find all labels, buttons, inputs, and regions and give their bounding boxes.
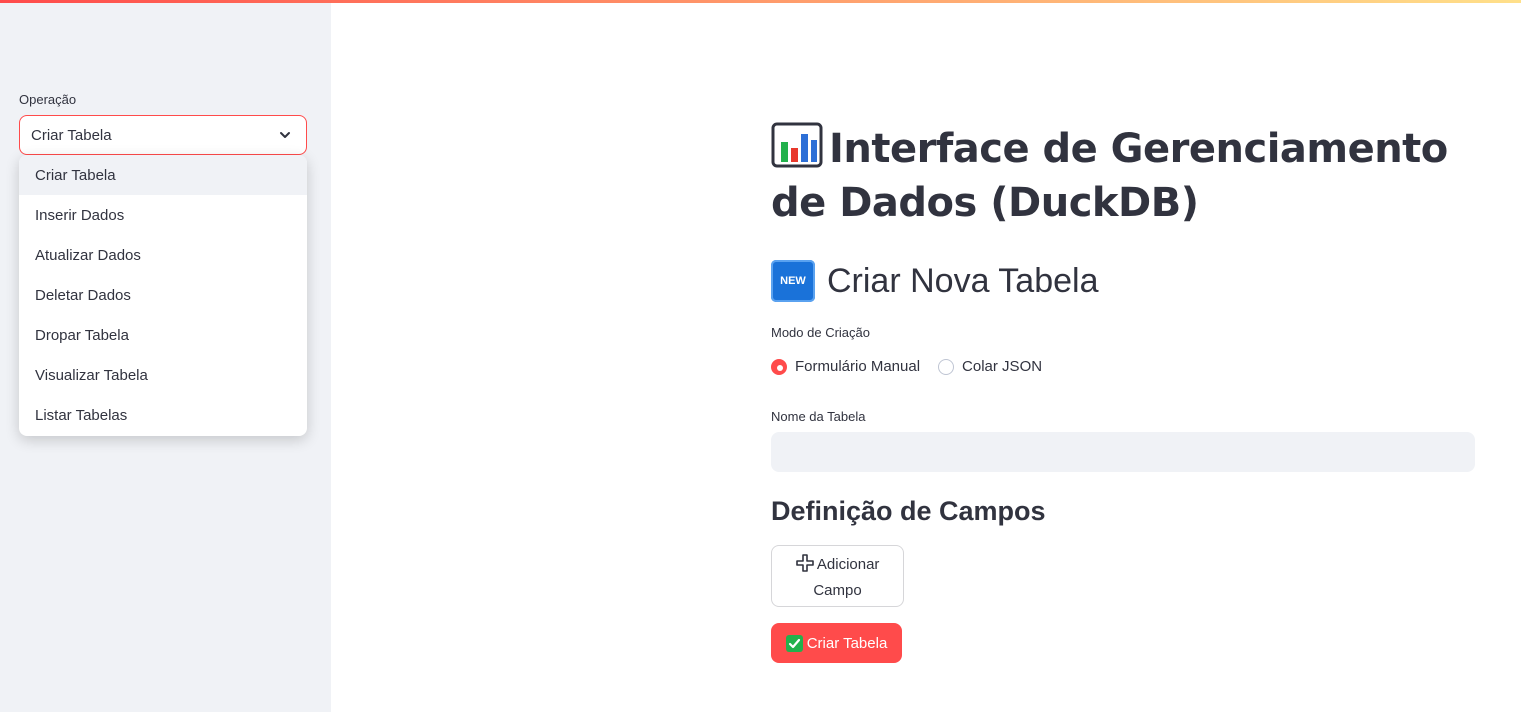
radio-colar-json[interactable]: Colar JSON [938, 358, 1042, 375]
mode-radio-group: Formulário Manual Colar JSON [771, 358, 1060, 375]
dropdown-option-criar-tabela[interactable]: Criar Tabela [19, 155, 307, 195]
dropdown-option-visualizar-tabela[interactable]: Visualizar Tabela [19, 355, 307, 395]
table-name-input[interactable] [771, 432, 1475, 472]
create-table-label: Criar Tabela [806, 634, 888, 652]
dropdown-option-listar-tabelas[interactable]: Listar Tabelas [19, 395, 307, 435]
section-subtitle: NEW Criar Nova Tabela [771, 260, 1099, 302]
top-decoration-bar [0, 0, 1521, 3]
operation-dropdown: Criar Tabela Inserir Dados Atualizar Dad… [19, 155, 307, 436]
add-field-button[interactable]: Adicionar Campo [771, 545, 904, 607]
dropdown-option-deletar-dados[interactable]: Deletar Dados [19, 275, 307, 315]
subtitle-text: Criar Nova Tabela [827, 261, 1099, 300]
dropdown-option-inserir-dados[interactable]: Inserir Dados [19, 195, 307, 235]
new-icon: NEW [771, 260, 815, 302]
operation-label: Operação [19, 92, 77, 107]
check-icon [785, 634, 803, 652]
radio-dot [938, 358, 955, 375]
create-table-button[interactable]: Criar Tabela [771, 623, 902, 663]
plus-icon [795, 554, 814, 572]
bar-chart-icon [771, 122, 823, 168]
chevron-down-icon [280, 132, 290, 138]
radio-label-colar-json: Colar JSON [962, 358, 1043, 375]
sidebar: Operação Criar Tabela Criar Tabela Inser… [0, 0, 331, 712]
radio-dot-checked [771, 358, 787, 375]
operation-select-value: Criar Tabela [31, 126, 112, 144]
fields-heading: Definição de Campos [771, 496, 1046, 526]
dropdown-option-atualizar-dados[interactable]: Atualizar Dados [19, 235, 307, 275]
page-title: Interface de Gerenciamento de Dados (Duc… [771, 122, 1475, 230]
page-title-text: Interface de Gerenciamento de Dados (Duc… [771, 126, 1448, 226]
table-name-label: Nome da Tabela [771, 409, 866, 424]
radio-formulario-manual[interactable]: Formulário Manual [771, 358, 920, 375]
operation-select[interactable]: Criar Tabela [19, 115, 307, 155]
mode-label: Modo de Criação [771, 325, 870, 340]
add-field-label: Adicionar Campo [813, 556, 880, 599]
radio-label-formulario-manual: Formulário Manual [795, 358, 921, 375]
dropdown-option-dropar-tabela[interactable]: Dropar Tabela [19, 315, 307, 355]
